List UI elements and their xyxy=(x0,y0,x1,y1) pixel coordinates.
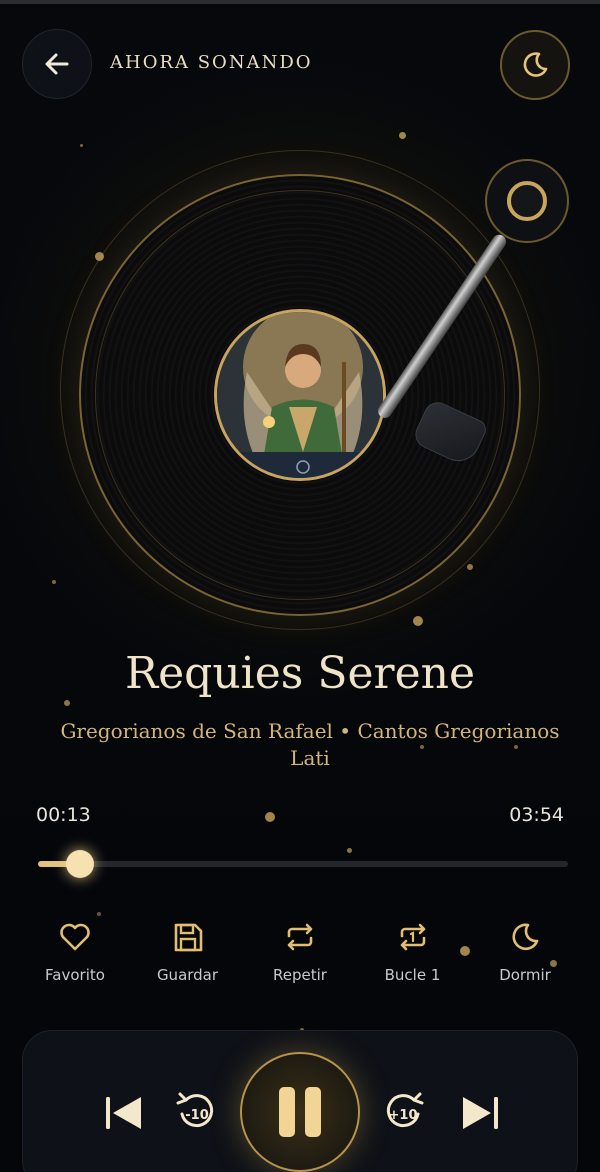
loop-one-label: Bucle 1 xyxy=(384,966,441,984)
particle xyxy=(347,848,352,853)
repeat-one-icon xyxy=(394,918,432,956)
skip-next-icon xyxy=(463,1097,498,1129)
particle xyxy=(467,564,473,570)
favorite-button[interactable]: Favorito xyxy=(20,918,130,988)
repeat-button[interactable]: Repetir xyxy=(245,918,355,988)
particle xyxy=(399,132,406,139)
pause-button[interactable] xyxy=(240,1052,360,1172)
turntable xyxy=(0,0,600,680)
save-button[interactable]: Guardar xyxy=(133,918,243,988)
total-time: 03:54 xyxy=(509,804,564,826)
tonearm-pivot xyxy=(485,159,569,243)
repeat-label: Repetir xyxy=(273,966,327,984)
pause-icon xyxy=(279,1087,321,1137)
tonearm-knob xyxy=(507,181,547,221)
track-title: Requies Serene xyxy=(125,648,475,699)
save-label: Guardar xyxy=(156,966,219,984)
moon-icon xyxy=(506,918,544,956)
sleep-label: Dormir xyxy=(499,966,551,984)
particle xyxy=(97,912,101,916)
loop-one-button[interactable]: Bucle 1 xyxy=(358,918,468,988)
rewind-10-label: -10 xyxy=(185,1108,209,1123)
album-art xyxy=(214,309,386,481)
particle xyxy=(80,144,83,147)
particle xyxy=(64,700,70,706)
favorite-label: Favorito xyxy=(45,966,105,984)
previous-button[interactable] xyxy=(100,1090,146,1136)
action-row: Favorito Guardar Repetir Bucle 1 Dormir xyxy=(20,918,580,988)
save-icon xyxy=(169,918,207,956)
rewind-10-button[interactable]: -10 xyxy=(174,1090,218,1134)
current-time: 00:13 xyxy=(36,804,91,826)
sleep-button[interactable]: Dormir xyxy=(470,918,580,988)
heart-icon xyxy=(56,918,94,956)
track-artist: Gregorianos de San Rafael • Cantos Grego… xyxy=(60,719,560,770)
particle xyxy=(265,812,275,822)
next-button[interactable] xyxy=(458,1090,504,1136)
rewind-10-icon: -10 xyxy=(176,1092,214,1128)
repeat-icon xyxy=(281,918,319,956)
forward-10-icon: +10 xyxy=(386,1092,424,1128)
particle xyxy=(95,252,104,261)
skip-previous-icon xyxy=(106,1097,141,1129)
particle xyxy=(413,616,423,626)
progress-slider[interactable] xyxy=(38,850,568,878)
forward-10-button[interactable]: +10 xyxy=(382,1090,426,1134)
particle xyxy=(52,580,56,584)
forward-10-label: +10 xyxy=(389,1108,418,1123)
